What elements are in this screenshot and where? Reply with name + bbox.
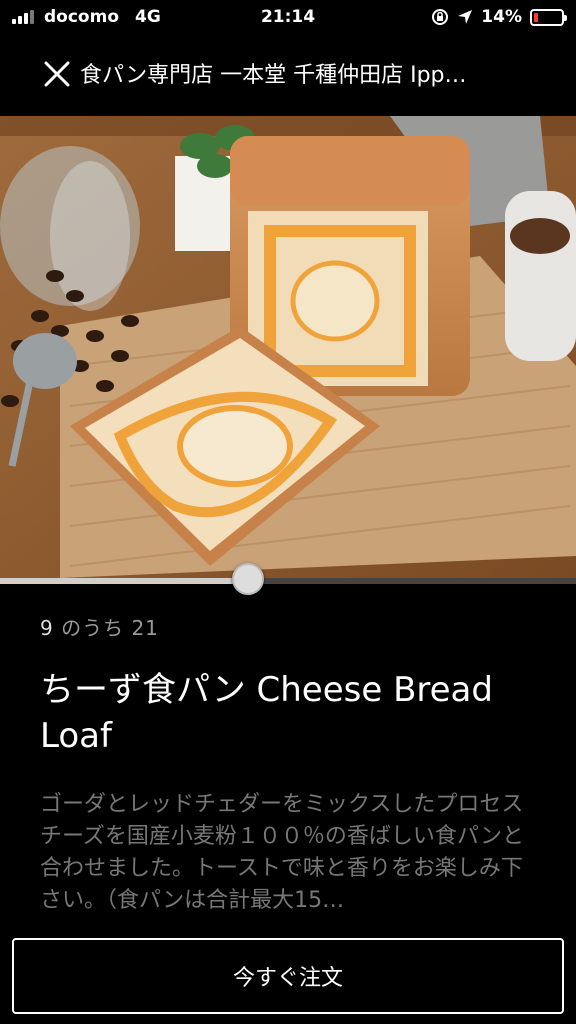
store-title: 食パン専門店 一本堂 千種仲田店 Ipp…	[80, 63, 467, 88]
close-button[interactable]	[40, 55, 76, 91]
battery-level	[534, 12, 538, 22]
status-bar: docomo 4G 21:14 14%	[0, 0, 576, 34]
header: 食パン専門店 一本堂 千種仲田店 Ipp…	[0, 40, 576, 106]
item-description: ゴーダとレッドチェダーをミックスしたプロセスチーズを国産小麦粉１００％の香ばしい…	[40, 792, 525, 913]
image-counter-separator: のうち	[61, 616, 125, 640]
item-title: ちーず食パン Cheese Bread Loaf	[40, 670, 493, 756]
signal-strength-icon	[12, 10, 34, 24]
image-counter-current: 9	[40, 616, 54, 640]
battery-icon	[530, 8, 567, 26]
bread-photo	[0, 116, 576, 578]
close-icon	[44, 61, 70, 87]
status-left: docomo 4G	[12, 7, 161, 27]
carousel-track[interactable]	[0, 578, 576, 584]
product-image[interactable]	[0, 116, 576, 578]
battery-percent: 14%	[481, 7, 522, 27]
image-counter: 9 のうち 21	[40, 612, 540, 641]
image-counter-total: 21	[131, 616, 159, 640]
carrier-name: docomo	[44, 7, 119, 27]
order-now-button[interactable]: 今すぐ注文	[12, 938, 564, 1014]
order-now-label: 今すぐ注文	[232, 966, 343, 991]
carousel-handle[interactable]	[231, 563, 264, 595]
carousel-progress	[0, 578, 248, 584]
status-right: 14%	[431, 7, 567, 27]
location-arrow-icon	[458, 10, 473, 24]
rotation-lock-icon	[432, 9, 449, 25]
network-type: 4G	[135, 7, 161, 27]
item-details: 9 のうち 21 ちーず食パン Cheese Bread Loaf ゴーダとレッ…	[40, 612, 540, 917]
